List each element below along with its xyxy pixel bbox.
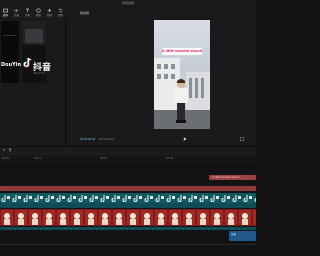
asset-toolbar: 媒体 音频 文本 贴纸 特效 转场 <box>0 7 66 18</box>
main-video-clip[interactable] <box>0 209 256 226</box>
audio-clip-label: 音频 <box>231 233 237 236</box>
tool-media-label: 媒体 <box>2 14 8 17</box>
audio-icon <box>14 9 19 12</box>
tool-text[interactable]: 文本 <box>22 7 33 18</box>
split-icon[interactable] <box>8 148 12 152</box>
audio-clip[interactable]: 音频 <box>229 231 256 241</box>
ruler-tick: 00:00 <box>2 157 10 160</box>
sticker-track-clip[interactable] <box>0 193 256 203</box>
title-bar: 抖音剪辑 <box>0 0 256 7</box>
window <box>157 74 161 79</box>
media-icon <box>3 8 8 13</box>
fullscreen-icon[interactable] <box>240 137 244 141</box>
tool-audio[interactable]: 音频 <box>11 7 22 18</box>
transition-icon <box>58 8 63 13</box>
timeline-toolbar <box>0 146 256 155</box>
tool-transition[interactable]: 转场 <box>55 7 66 18</box>
tool-text-label: 文本 <box>24 14 30 17</box>
tool-media[interactable]: 媒体 <box>0 7 11 18</box>
sticker-track-clip-2[interactable] <box>0 203 256 208</box>
ruler-tick: 00:20 <box>100 157 108 160</box>
video-thumbnails <box>0 209 256 226</box>
window <box>157 64 161 69</box>
tool-sticker-label: 贴纸 <box>35 14 41 17</box>
track-divider <box>0 244 256 245</box>
tool-effects-label: 特效 <box>46 14 52 17</box>
window <box>201 78 204 98</box>
player-label: 播放器 <box>80 11 90 15</box>
window <box>195 78 198 98</box>
window <box>164 74 168 79</box>
select-icon[interactable] <box>2 148 6 152</box>
douyin-note-icon <box>23 57 32 68</box>
ruler-tick: 00:30 <box>166 157 174 160</box>
text-clip-label: A little bookish slouch <box>212 176 240 179</box>
douyin-subtitle: DouYin <box>34 72 46 75</box>
video-preview[interactable]: A little bookish slouch <box>154 20 210 129</box>
person-figure <box>174 79 188 123</box>
douyin-text-logo: DouYin <box>1 62 22 68</box>
video-caption[interactable]: A little bookish slouch <box>162 48 202 55</box>
window <box>171 64 175 69</box>
tool-effects[interactable]: 特效 <box>44 7 55 18</box>
play-icon[interactable] <box>183 137 187 141</box>
audio-waveform <box>0 227 256 230</box>
tool-sticker[interactable]: 贴纸 <box>33 7 44 18</box>
total-duration: 00:00:05:12 <box>99 138 115 141</box>
ruler-tick: 00:10 <box>34 157 42 160</box>
window <box>164 64 168 69</box>
text-clip[interactable]: A little bookish slouch <box>209 175 256 180</box>
sticker-icon <box>36 8 41 13</box>
sticker-thumbnails <box>0 193 256 203</box>
tool-transition-label: 转场 <box>57 14 63 17</box>
current-time: 00:00:00:00 <box>80 138 96 141</box>
window-title: 抖音剪辑 <box>121 1 134 5</box>
tool-audio-label: 音频 <box>13 14 19 17</box>
text-icon <box>26 8 29 12</box>
effects-icon <box>47 8 52 13</box>
effect-track-clip[interactable] <box>0 186 256 191</box>
